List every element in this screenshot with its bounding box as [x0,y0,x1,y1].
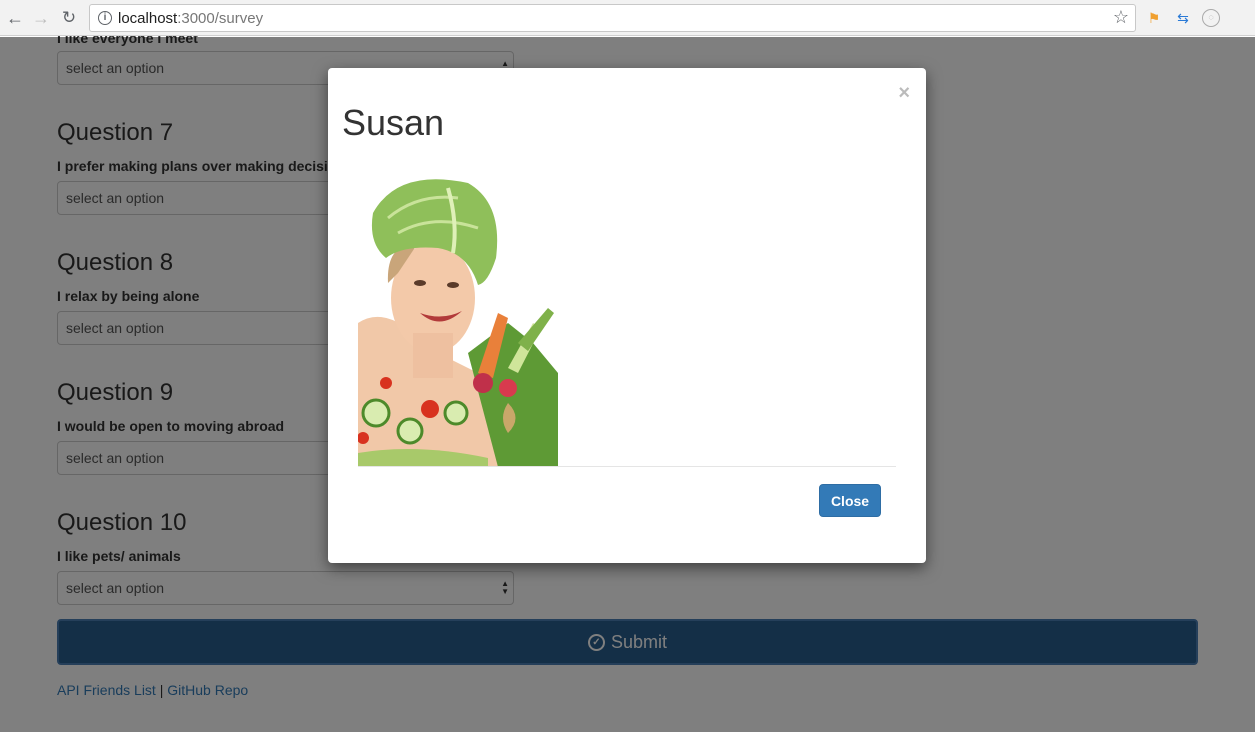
extension-flag-icon[interactable]: ⚑ [1145,9,1163,27]
url-path: :3000/survey [177,10,264,27]
modal-divider [358,466,896,467]
modal-title: Susan [342,102,445,143]
close-x-icon[interactable]: × [898,82,910,105]
address-bar[interactable]: i localhost:3000/survey ☆ [89,4,1136,32]
extension-circle-icon[interactable]: ◌ [1202,9,1220,27]
back-arrow-icon[interactable]: ← [4,7,26,29]
extension-arrows-icon[interactable]: ⇆ [1174,9,1192,27]
match-modal: × Susan Close [328,68,926,563]
profile-photo [358,173,558,467]
info-icon[interactable]: i [98,11,112,25]
forward-arrow-icon[interactable]: → [30,7,52,29]
url-text: localhost:3000/survey [118,10,263,27]
bookmark-star-icon[interactable]: ☆ [1113,7,1129,28]
close-button[interactable]: Close [819,484,881,517]
browser-toolbar: ← → ↻ i localhost:3000/survey ☆ ⚑ ⇆ ◌ [0,0,1255,36]
reload-icon[interactable]: ↻ [58,7,80,29]
url-host: localhost [118,10,178,27]
profile-photo-illustration [358,179,558,467]
